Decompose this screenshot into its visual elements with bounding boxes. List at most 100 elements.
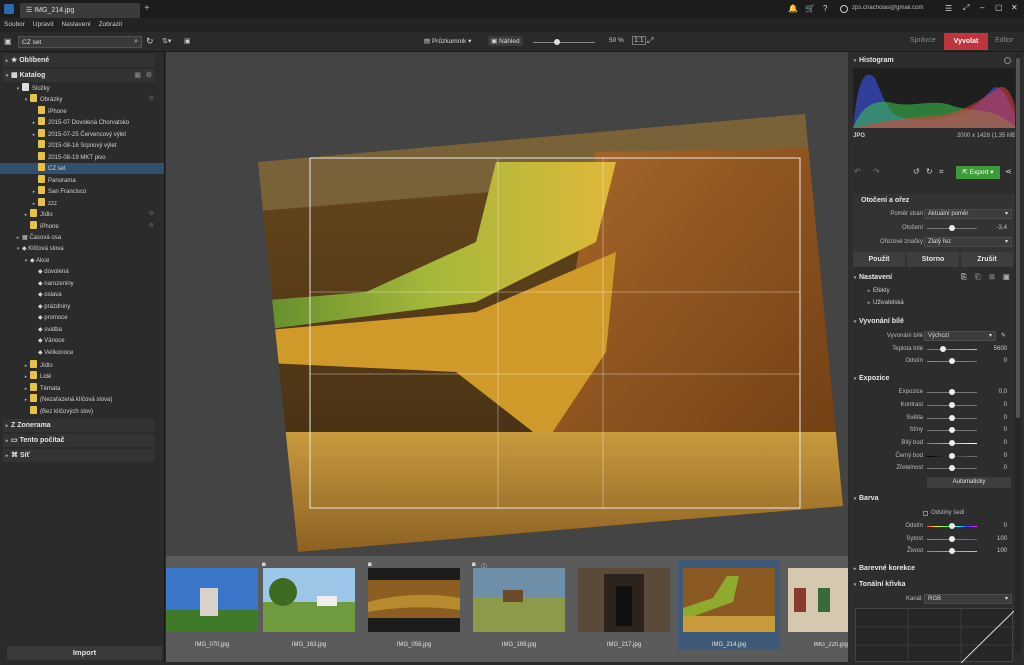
tree-folder-item[interactable]: ▸ San Francisco	[0, 186, 164, 197]
scrollbar-thumb[interactable]	[1016, 58, 1020, 418]
white-balance-header[interactable]: ▾ Vyvonání bílé	[851, 315, 1019, 328]
search-input[interactable]	[19, 37, 127, 47]
folder-up-icon[interactable]: ▣	[184, 37, 191, 45]
rotation-slider-knob[interactable]	[949, 225, 955, 231]
add-folder-icon[interactable]: ▣	[4, 37, 12, 46]
slider-knob[interactable]	[949, 548, 955, 554]
tree-kw-topics[interactable]: ▸ Témata	[0, 383, 164, 394]
tree-folder-item[interactable]: ▸ zzz	[0, 198, 164, 209]
favorites-section[interactable]: ▸ ★ Oblíbené	[3, 54, 155, 67]
tree-pictures[interactable]: ▾ Obrázky ⚙	[0, 94, 164, 105]
thumbnail[interactable]	[166, 568, 258, 632]
preview-toggle[interactable]: ▣ Náhled	[488, 36, 523, 46]
slider-knob[interactable]	[949, 536, 955, 542]
menu-view[interactable]: Zobrazit	[99, 18, 122, 32]
color-correction-header[interactable]: ▸ Barevné korekce	[851, 562, 1019, 575]
scrollbar[interactable]	[1015, 54, 1021, 654]
tree-folder-item[interactable]: 2015-08-16 Srpnový výlet	[0, 140, 164, 151]
tree-keywords[interactable]: ▾ ◆ Klíčová slova	[0, 244, 164, 255]
exposure-slider[interactable]	[927, 389, 977, 395]
eyedropper-icon[interactable]: ✎	[1001, 331, 1006, 342]
zoom-slider[interactable]	[533, 39, 595, 45]
hue-slider[interactable]	[927, 523, 977, 529]
tree-kw-food[interactable]: ▸ Jídlo	[0, 360, 164, 371]
channel-dropdown[interactable]: RGB ▾	[924, 594, 1012, 604]
tone-curve-header[interactable]: ▾ Tonální křivka	[851, 578, 1019, 591]
view-mode-dropdown[interactable]: ▤ Průzkumník ▾	[424, 37, 471, 45]
rotate-left-icon[interactable]: ↺	[913, 167, 920, 176]
slider-knob[interactable]	[949, 453, 955, 459]
menu-edit[interactable]: Upravit	[33, 18, 54, 32]
reset-button[interactable]: Zrušit	[961, 252, 1013, 267]
search-box[interactable]: ⌕	[18, 36, 142, 48]
color-header[interactable]: ▾ Barva	[851, 492, 1019, 505]
image-preview-area[interactable]	[166, 52, 848, 556]
tree-iphone[interactable]: iPhone ⚙	[0, 221, 164, 232]
fit-screen-icon[interactable]: ⤢	[647, 36, 653, 46]
settings-menu-icon[interactable]: ☰	[945, 4, 952, 13]
save-icon[interactable]: ▣	[1003, 271, 1010, 284]
tree-folder-item[interactable]: 2015-08-19 MKT pivo	[0, 152, 164, 163]
crop-icon[interactable]: ⌗	[939, 167, 944, 177]
vibrance-slider[interactable]	[927, 548, 977, 554]
tree-food[interactable]: ▸ Jídlo ⚙	[0, 209, 164, 220]
thumbnail[interactable]	[263, 568, 355, 632]
black-point-slider[interactable]	[927, 453, 977, 459]
thumbnail[interactable]	[788, 568, 848, 632]
add-folder-icon[interactable]: ▣	[134, 69, 141, 82]
slider-knob[interactable]	[949, 465, 955, 471]
keyword-item[interactable]: ◆ Velikonoce	[0, 348, 164, 359]
shadows-slider[interactable]	[927, 427, 977, 433]
undo-icon[interactable]: ↶	[854, 167, 861, 176]
minimize-icon[interactable]: –	[980, 3, 984, 12]
keyword-item[interactable]: ◆ narozeniny	[0, 279, 164, 290]
slider-knob[interactable]	[949, 523, 955, 529]
gear-icon[interactable]: ⚙	[149, 209, 154, 220]
delete-icon[interactable]: ⊠	[989, 271, 995, 284]
this-pc-section[interactable]: ▸ ▭ Tento počítač	[3, 434, 155, 447]
tree-actions[interactable]: ▾ ◆ Akce	[0, 256, 164, 267]
thumbnail[interactable]	[368, 568, 460, 632]
tree-folder-item[interactable]: ▸ 2015-07-25 Červencový výlet	[0, 129, 164, 140]
clarity-slider[interactable]	[927, 465, 977, 471]
tone-curve-editor[interactable]	[855, 608, 1015, 664]
contrast-slider[interactable]	[927, 402, 977, 408]
new-tab-button[interactable]: +	[144, 3, 150, 14]
zoom-slider-knob[interactable]	[554, 39, 560, 45]
tree-folder-item-selected[interactable]: CZ set	[0, 163, 164, 174]
tree-kw-none[interactable]: (Bez klíčových slov)	[0, 406, 164, 417]
zonerama-section[interactable]: ▸ Z Zonerama	[3, 419, 155, 432]
photo-canvas[interactable]	[166, 52, 848, 556]
keyword-item[interactable]: ◆ dovolená	[0, 267, 164, 278]
rotation-slider[interactable]	[927, 225, 977, 231]
tree-kw-people[interactable]: ▸ Lidé	[0, 371, 164, 382]
bell-icon[interactable]: 🔔	[788, 4, 798, 13]
slider-knob[interactable]	[949, 402, 955, 408]
menu-file[interactable]: Soubor	[4, 18, 25, 32]
keyword-item[interactable]: ◆ Vánoce	[0, 336, 164, 347]
auto-button[interactable]: Automaticky	[927, 477, 1011, 488]
rotate-right-icon[interactable]: ↻	[926, 167, 933, 176]
tree-kw-unassigned[interactable]: ▸ (Nezařazená klíčová slova)	[0, 394, 164, 405]
temperature-slider-knob[interactable]	[940, 346, 946, 352]
document-tab[interactable]: ☰ IMG_214.jpg	[20, 3, 140, 18]
slider-knob[interactable]	[949, 440, 955, 446]
slider-knob[interactable]	[949, 389, 955, 395]
close-icon[interactable]: ✕	[1011, 3, 1018, 12]
thumbnail[interactable]	[473, 568, 565, 632]
develop-tab[interactable]: Vyvolat	[944, 33, 988, 50]
fullscreen-icon[interactable]: ⤢	[963, 3, 969, 13]
menu-settings[interactable]: Nastavení	[61, 18, 90, 32]
aspect-ratio-dropdown[interactable]: Aktuální poměr ▾	[924, 209, 1012, 219]
tree-timeline[interactable]: ▸ ▦ Časová osa	[0, 233, 164, 244]
tint-slider-knob[interactable]	[949, 358, 955, 364]
cart-icon[interactable]: 🛒	[805, 4, 815, 13]
search-icon[interactable]: ⌕	[134, 38, 138, 46]
thumbnail-selected[interactable]	[683, 568, 775, 632]
redo-icon[interactable]: ↷	[873, 167, 880, 176]
keyword-item[interactable]: ◆ promoce	[0, 313, 164, 324]
export-button[interactable]: ⇱ Export ▾	[956, 166, 1000, 179]
editor-tab[interactable]: Editor	[995, 37, 1013, 44]
settings-header[interactable]: ▾ Nastavení ⎘ ⎗ ⊠ ▣	[851, 271, 1019, 284]
import-button[interactable]: Import	[7, 646, 162, 660]
